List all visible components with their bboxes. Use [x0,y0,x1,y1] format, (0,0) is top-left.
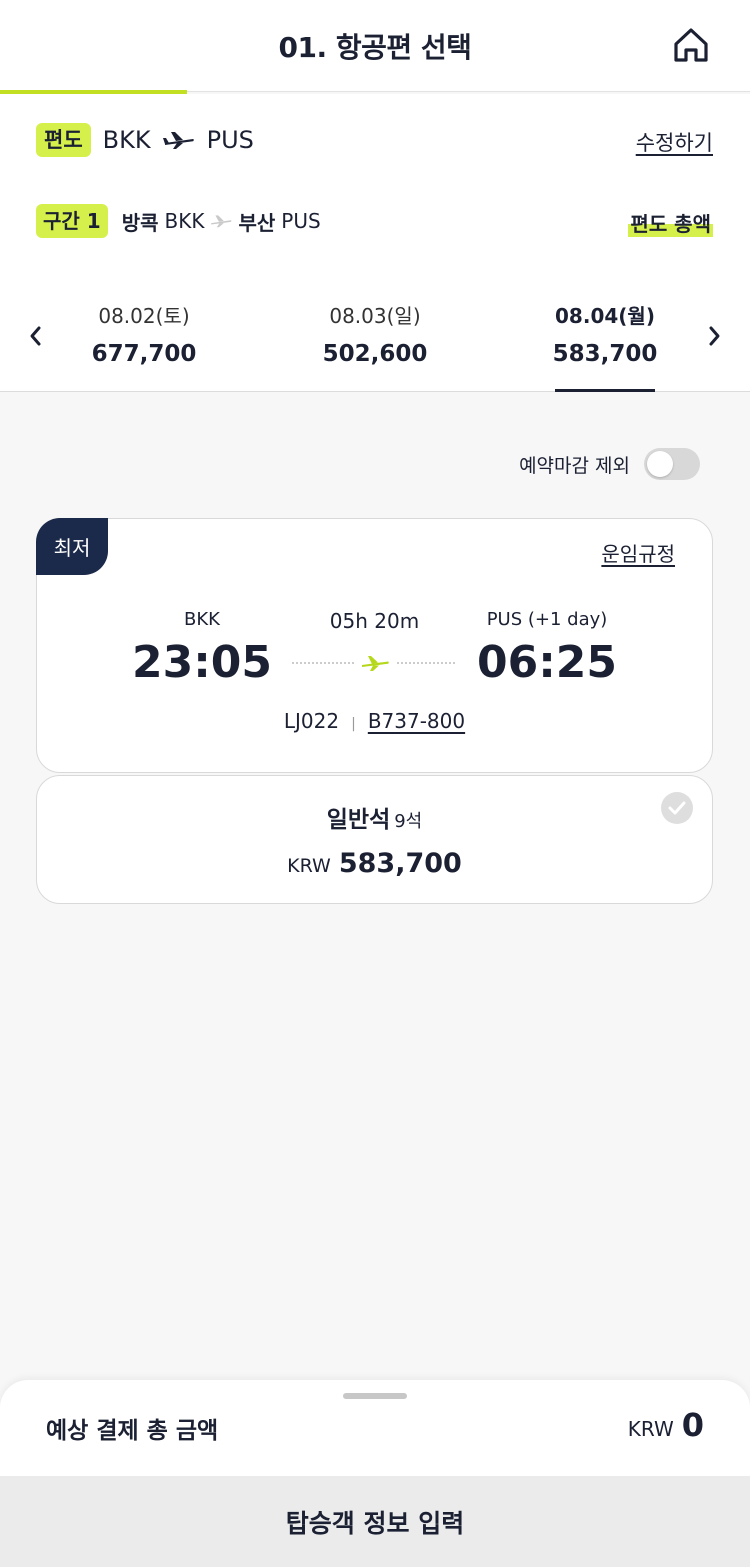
segment-dest-city: 부산 [238,210,276,235]
toggle-knob [647,451,673,477]
fare-rules-link[interactable]: 운임규정 [601,538,675,567]
date-price: 502,600 [322,341,428,367]
chevron-left-icon[interactable] [24,322,48,350]
destination-code: PUS [206,126,254,154]
date-label: 08.02(토) [98,304,190,328]
total-value: 0 [681,1406,704,1444]
seats-left: 9석 [394,811,423,832]
date-label: 08.04(월) [555,304,655,328]
departure-time: 23:05 [131,637,273,688]
arrival-code: PUS (+1 day) [486,609,608,630]
exclude-closed-filter: 예약마감 제외 [519,448,700,480]
arrival-time: 06:25 [476,637,618,688]
date-price: 677,700 [91,341,197,367]
exclude-closed-toggle[interactable] [644,448,700,480]
seat-price: KRW 583,700 [37,848,712,879]
segment-origin-city: 방콕 [121,210,159,235]
sheet-drag-handle[interactable] [343,1393,407,1399]
aircraft-link[interactable]: B737-800 [368,709,465,733]
trip-summary: 편도 BKK PUS [36,122,254,158]
segment-dest-code: PUS [281,209,321,233]
seat-amount: 583,700 [338,848,462,879]
fare-total-toggle[interactable]: 편도 총액 [628,208,713,237]
divider: | [351,716,356,732]
flight-number: LJ022 [283,709,340,733]
origin-code: BKK [102,126,151,154]
seat-class: 일반석 9석 [37,800,712,834]
segment-origin-code: BKK [164,209,205,233]
total-amount: KRW 0 [628,1406,704,1444]
date-tab-selected[interactable]: 08.04(월) 583,700 [530,300,680,392]
flight-path-graphic [292,656,457,671]
page-title: 01. 항공편 선택 [278,31,472,64]
total-amount-label: 예상 결제 총 금액 [46,1418,219,1444]
edit-search-link[interactable]: 수정하기 [636,127,713,157]
check-circle-icon[interactable] [660,791,694,825]
airplane-icon [211,215,232,228]
seat-class-name: 일반석 [326,807,391,833]
payment-summary-sheet: 예상 결제 총 금액 KRW 0 [0,1380,750,1476]
date-tab[interactable]: 08.02(토) 677,700 [69,300,219,392]
date-price: 583,700 [552,341,658,367]
trip-type-badge: 편도 [36,123,91,157]
segment-badge: 구간 1 [36,204,108,238]
total-currency: KRW [627,1417,674,1441]
date-label: 08.03(일) [329,304,421,328]
exclude-closed-label: 예약마감 제외 [519,454,630,477]
segment-summary: 구간 1 방콕 BKK 부산 PUS [36,204,321,238]
flight-duration: 05h 20m [329,609,420,633]
home-icon[interactable] [672,26,710,64]
chevron-right-icon[interactable] [702,322,726,350]
airplane-icon [162,132,194,149]
lowest-fare-badge: 최저 [36,518,108,575]
airplane-icon [362,656,389,671]
enter-passenger-info-button[interactable]: 탑승객 정보 입력 [0,1476,750,1567]
search-summary-panel: 편도 BKK PUS 수정하기 구간 1 방콕 BKK 부산 PUS 편도 총액… [0,94,750,392]
flight-card[interactable]: 최저 운임규정 BKK 23:05 05h 20m PUS (+1 day) 0… [36,518,713,773]
date-tab[interactable]: 08.03(일) 502,600 [300,300,450,392]
seat-currency: KRW [287,855,331,877]
flight-info: LJ022 | B737-800 [37,709,712,733]
seat-class-option[interactable]: 일반석 9석 KRW 583,700 [36,775,713,904]
app-header: 01. 항공편 선택 [0,0,750,94]
departure-code: BKK [184,609,220,630]
